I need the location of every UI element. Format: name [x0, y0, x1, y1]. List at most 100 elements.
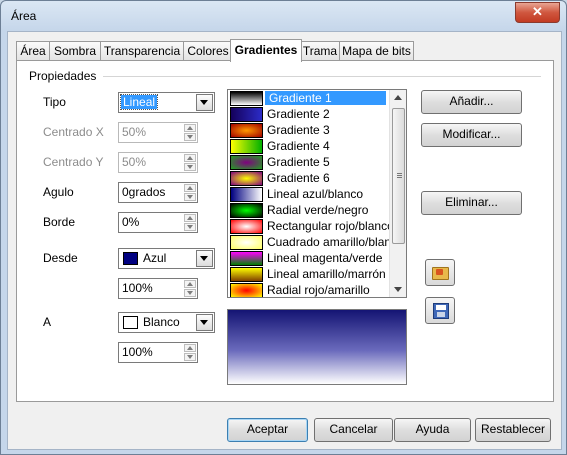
desde-intensity-field[interactable]: 100% — [118, 278, 198, 299]
modify-button[interactable]: Modificar... — [421, 123, 522, 147]
close-button[interactable]: ✕ — [515, 2, 560, 23]
tab-area[interactable]: Área — [16, 41, 50, 60]
spin-down-icon[interactable] — [184, 163, 196, 171]
gradient-list-item[interactable]: Radial verde/negro — [228, 202, 388, 218]
gradient-thumbnail — [230, 203, 263, 218]
gradient-thumbnail — [230, 187, 263, 202]
spin-down-icon[interactable] — [184, 289, 196, 297]
a-intensity-field[interactable]: 100% — [118, 342, 198, 363]
gradient-thumbnail — [230, 139, 263, 154]
spin-up-icon[interactable] — [184, 280, 196, 288]
add-button[interactable]: Añadir... — [421, 90, 522, 114]
gradient-thumbnail — [230, 171, 263, 186]
gradient-name: Radial verde/negro — [267, 203, 369, 217]
save-gradients-button[interactable] — [425, 297, 455, 324]
gradient-list-item[interactable]: Gradiente 1 — [228, 90, 388, 106]
gradient-thumbnail — [230, 267, 263, 282]
gradient-list-item[interactable]: Gradiente 2 — [228, 106, 388, 122]
borde-value: 0% — [122, 215, 140, 229]
spin-up-icon[interactable] — [184, 344, 196, 352]
gradient-thumbnail — [230, 91, 263, 106]
dialog-window: Área ✕ Área Sombra Transparencia Colores… — [0, 0, 567, 455]
section-title: Propiedades — [29, 69, 97, 83]
gradient-list-item[interactable]: Lineal amarillo/marrón — [228, 266, 388, 282]
tab-colores[interactable]: Colores — [183, 41, 233, 60]
gradient-list-item[interactable]: Lineal magenta/verde — [228, 250, 388, 266]
window-title: Área — [11, 9, 37, 23]
tab-transparencia[interactable]: Transparencia — [100, 41, 184, 60]
gradient-thumbnail — [230, 251, 263, 266]
spin-up-icon[interactable] — [184, 184, 196, 192]
desde-color-swatch — [123, 252, 138, 265]
tipo-label: Tipo — [43, 95, 66, 109]
spin-up-icon[interactable] — [184, 124, 196, 132]
a-intensity-value: 100% — [122, 345, 153, 359]
save-icon — [433, 303, 449, 319]
gradient-list-item[interactable]: Radial rojo/amarillo — [228, 282, 388, 297]
gradient-name: Gradiente 1 — [265, 91, 386, 105]
section-divider — [103, 76, 541, 77]
gradient-name: Lineal amarillo/marrón — [267, 267, 386, 281]
gradient-list-item[interactable]: Cuadrado amarillo/blanco — [228, 234, 404, 250]
gradient-list[interactable]: Gradiente 1 Gradiente 2 Gradiente 3 Gradien… — [227, 89, 407, 298]
gradient-thumbnail — [230, 107, 263, 122]
centrado-y-label: Centrado Y — [43, 155, 104, 169]
tab-sombra[interactable]: Sombra — [49, 41, 101, 60]
a-color-swatch — [123, 316, 138, 329]
a-color-select[interactable]: Blanco — [118, 312, 215, 333]
spin-down-icon[interactable] — [184, 223, 196, 231]
gradient-name: Radial rojo/amarillo — [267, 283, 370, 297]
angulo-field[interactable]: 0grados — [118, 182, 198, 203]
gradient-list-item[interactable]: Rectangular rojo/blanco — [228, 218, 394, 234]
list-scrollbar[interactable] — [389, 90, 406, 297]
delete-button[interactable]: Eliminar... — [421, 191, 522, 215]
gradient-thumbnail — [230, 155, 263, 170]
tab-mapa-de-bits[interactable]: Mapa de bits — [339, 41, 414, 60]
borde-field[interactable]: 0% — [118, 212, 198, 233]
gradient-thumbnail — [230, 123, 263, 138]
a-color-name: Blanco — [143, 315, 180, 329]
scroll-up-icon[interactable] — [394, 95, 402, 100]
gradient-name: Lineal magenta/verde — [267, 251, 383, 265]
tab-trama[interactable]: Trama — [300, 41, 340, 60]
gradient-preview — [227, 309, 407, 385]
angulo-label: Agulo — [43, 185, 74, 199]
gradient-name: Gradiente 3 — [267, 123, 330, 137]
load-gradients-button[interactable] — [425, 259, 455, 286]
gradient-list-item[interactable]: Gradiente 5 — [228, 154, 388, 170]
gradient-list-item[interactable]: Gradiente 3 — [228, 122, 388, 138]
tab-gradientes[interactable]: Gradientes — [230, 39, 302, 62]
spin-down-icon[interactable] — [184, 193, 196, 201]
borde-label: Borde — [43, 215, 76, 229]
chevron-down-icon[interactable] — [196, 250, 213, 267]
spin-up-icon[interactable] — [184, 214, 196, 222]
gradient-thumbnail — [230, 235, 263, 250]
gradient-name: Gradiente 4 — [267, 139, 330, 153]
a-label: A — [43, 315, 52, 329]
reset-button[interactable]: Restablecer — [475, 418, 551, 442]
chevron-down-icon[interactable] — [196, 94, 213, 111]
gradient-list-item[interactable]: Gradiente 4 — [228, 138, 388, 154]
title-bar[interactable]: Área ✕ — [1, 1, 566, 31]
desde-label: Desde — [43, 251, 78, 265]
spin-up-icon[interactable] — [184, 154, 196, 162]
gradient-name: Gradiente 6 — [267, 171, 330, 185]
desde-color-select[interactable]: Azul — [118, 248, 215, 269]
gradient-name: Lineal azul/blanco — [267, 187, 364, 201]
centrado-y-value: 50% — [122, 155, 147, 169]
help-button[interactable]: Ayuda — [394, 418, 471, 442]
desde-color-name: Azul — [143, 251, 167, 265]
tipo-select[interactable]: Lineal — [118, 92, 215, 113]
spin-down-icon[interactable] — [184, 133, 196, 141]
chevron-down-icon[interactable] — [196, 314, 213, 331]
centrado-y-field[interactable]: 50% — [118, 152, 198, 173]
gradient-name: Gradiente 2 — [267, 107, 330, 121]
spin-down-icon[interactable] — [184, 353, 196, 361]
gradient-list-item[interactable]: Lineal azul/blanco — [228, 186, 388, 202]
scroll-down-icon[interactable] — [394, 287, 402, 292]
gradient-list-item[interactable]: Gradiente 6 — [228, 170, 388, 186]
scrollbar-thumb[interactable] — [392, 108, 405, 244]
cancel-button[interactable]: Cancelar — [314, 418, 393, 442]
ok-button[interactable]: Aceptar — [227, 418, 308, 442]
centrado-x-field[interactable]: 50% — [118, 122, 198, 143]
